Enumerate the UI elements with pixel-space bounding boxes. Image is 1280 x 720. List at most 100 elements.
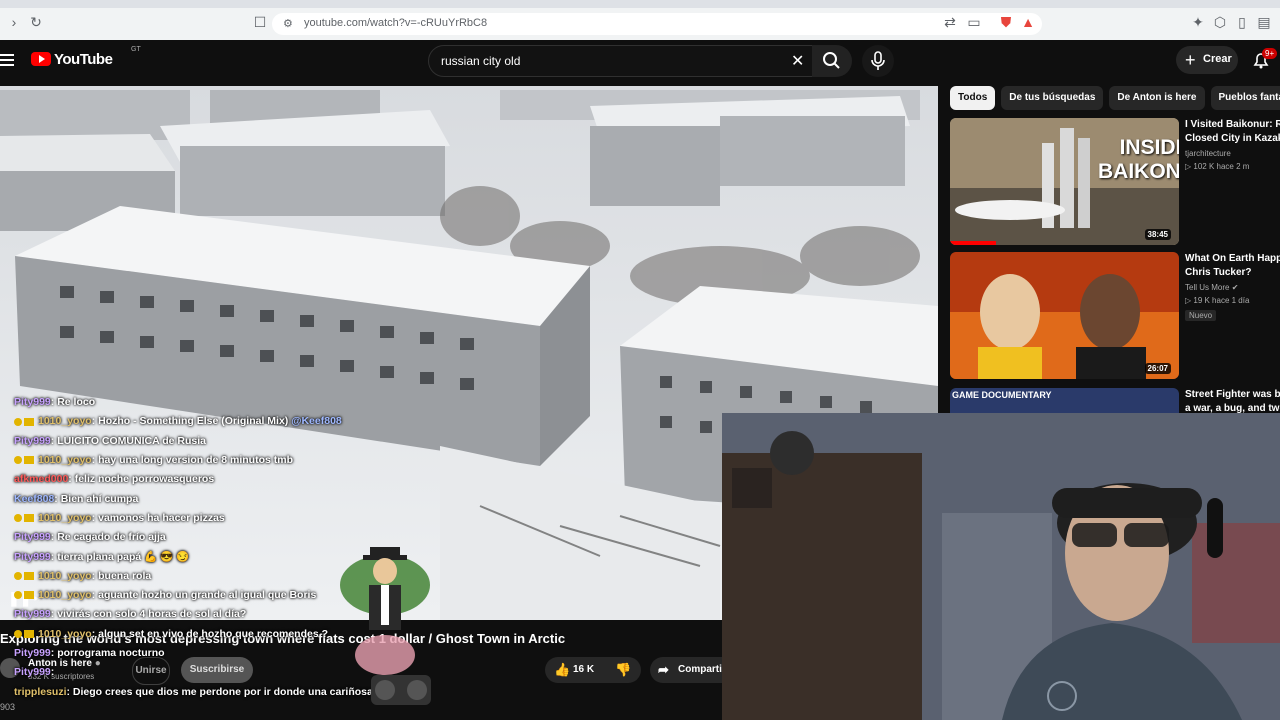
video-title-line-2[interactable]: Chris Tucker? bbox=[1185, 266, 1280, 280]
video-meta-text: 102 K hace 2 m bbox=[1193, 162, 1250, 171]
new-badge: Nuevo bbox=[1185, 310, 1217, 321]
search-input[interactable]: russian city old ✕ bbox=[428, 45, 816, 77]
translate-icon[interactable]: ⇄ bbox=[942, 14, 958, 30]
voice-search-button[interactable] bbox=[862, 45, 894, 77]
chat-text: : tierra plana papá 💪 😎 😏 bbox=[50, 551, 190, 564]
video-thumbnail[interactable]: 26:07 bbox=[950, 252, 1179, 379]
create-button[interactable]: + Crear bbox=[1176, 46, 1238, 74]
chat-username[interactable]: Pity999 bbox=[14, 531, 51, 543]
chat-text: : LUICITO COMUNICA de Rusia bbox=[50, 434, 206, 447]
extensions-icon[interactable]: ✦ bbox=[1190, 14, 1206, 30]
wallet-icon[interactable]: ▤ bbox=[1256, 14, 1272, 30]
chat-message: 1010_yoyo: Hozho - Something Else (Origi… bbox=[14, 415, 342, 434]
chat-mention: @Keef808 bbox=[291, 415, 342, 428]
dislike-icon[interactable]: 👎 bbox=[615, 657, 631, 683]
chat-message: Keef808: Bien ahí cumpa bbox=[14, 493, 138, 512]
chat-text: : buena rola bbox=[91, 569, 152, 582]
duration-badge: 26:07 bbox=[1144, 363, 1171, 374]
chat-message: Pity999: Re loco bbox=[14, 396, 95, 415]
webcam-image bbox=[722, 413, 1280, 720]
chat-username[interactable]: Pity999 bbox=[14, 608, 51, 620]
chat-username[interactable]: Keef808 bbox=[14, 493, 54, 505]
chat-message: Pity999: LUICITO COMUNICA de Rusia bbox=[14, 435, 206, 454]
like-icon[interactable]: 👍 bbox=[554, 657, 570, 683]
subscriber-badge-icon bbox=[24, 591, 34, 600]
chat-message: 1010_yoyo: algun set en vivo de hozho qu… bbox=[14, 628, 328, 647]
browser-toolbar: › ↻ ☐ ⚙ youtube.com/watch?v=-cRUuYrRbC8 … bbox=[0, 0, 1280, 40]
chat-message: 1010_yoyo: vamonos ha hacer pizzas bbox=[14, 512, 225, 531]
puzzle-icon[interactable]: ⬡ bbox=[1212, 14, 1228, 30]
chat-text: : vamonos ha hacer pizzas bbox=[91, 511, 225, 524]
rewards-icon[interactable]: ▲ bbox=[1020, 14, 1036, 30]
chat-username[interactable]: Pity999 bbox=[14, 666, 51, 678]
recommendation-card[interactable]: 26:07 What On Earth Happe Chris Tucker? … bbox=[950, 252, 1280, 380]
chat-username[interactable]: 1010_yoyo bbox=[38, 570, 92, 582]
chat-username[interactable]: tripplesuzi bbox=[14, 686, 67, 698]
video-thumbnail[interactable]: INSIDE BAIKONUR 38:45 bbox=[950, 118, 1179, 245]
chat-username[interactable]: 1010_yoyo bbox=[38, 454, 92, 466]
channel-name[interactable]: Tell Us More ✔ bbox=[1185, 283, 1280, 292]
chip-1[interactable]: De tus búsquedas bbox=[1001, 86, 1104, 110]
clear-search-icon[interactable]: ✕ bbox=[791, 51, 804, 71]
bookmark-icon[interactable]: ☐ bbox=[252, 14, 268, 30]
plus-icon: + bbox=[1185, 50, 1196, 70]
sidebar-icon[interactable]: ▯ bbox=[1234, 14, 1250, 30]
chat-message: Pity999: tierra plana papá 💪 😎 😏 bbox=[14, 550, 189, 569]
chat-username[interactable]: Pity999 bbox=[14, 435, 51, 447]
recommendation-card[interactable]: INSIDE BAIKONUR 38:45 I Visited Baikonur… bbox=[950, 118, 1280, 246]
subscriber-badge-icon bbox=[24, 456, 34, 465]
chat-message: Pity999: porrograma nocturno bbox=[14, 647, 165, 666]
tab-strip bbox=[0, 0, 1280, 8]
chat-username[interactable]: 1010_yoyo bbox=[38, 628, 92, 640]
video-title-line-1[interactable]: Street Fighter was bo bbox=[1185, 388, 1280, 402]
member-badge-icon bbox=[14, 591, 22, 600]
chip-0[interactable]: Todos bbox=[950, 86, 996, 110]
notification-count: 9+ bbox=[1262, 48, 1278, 59]
chip-3[interactable]: Pueblos fantasma bbox=[1210, 86, 1280, 110]
chat-username[interactable]: Pity999 bbox=[14, 396, 51, 408]
chat-username[interactable]: 1010_yoyo bbox=[38, 589, 92, 601]
chat-text: : Diego crees que dios me perdone por ir… bbox=[66, 685, 380, 698]
chat-username[interactable]: Pity999 bbox=[14, 551, 51, 563]
search-query: russian city old bbox=[441, 54, 521, 68]
menu-icon[interactable] bbox=[0, 54, 14, 66]
channel-name[interactable]: tjarchitecture bbox=[1185, 149, 1280, 158]
chat-text: : hay una long version de 8 minutos tmb bbox=[91, 453, 293, 466]
share-icon: ➦ bbox=[658, 662, 669, 677]
member-badge-icon bbox=[14, 456, 22, 465]
video-title-line-1[interactable]: What On Earth Happe bbox=[1185, 252, 1280, 266]
youtube-header: YouTube GT russian city old ✕ + Crear 9+ bbox=[0, 40, 1280, 86]
search-button[interactable] bbox=[812, 45, 852, 77]
video-title-line-1[interactable]: I Visited Baikonur: Ru bbox=[1185, 118, 1280, 132]
view-count-prefix: 903 bbox=[0, 702, 16, 712]
cast-icon[interactable]: ▭ bbox=[966, 14, 982, 30]
site-info-icon[interactable]: ⚙ bbox=[283, 17, 293, 30]
video-title-line-2[interactable]: Closed City in Kazakh bbox=[1185, 132, 1280, 146]
chat-username[interactable]: Pity999 bbox=[14, 647, 51, 659]
chat-text: : Hozho - Something Else (Original Mix) bbox=[91, 415, 292, 428]
chat-username[interactable]: afkmed000 bbox=[14, 473, 68, 485]
subscriber-badge-icon bbox=[24, 514, 34, 523]
thumbnail-image bbox=[950, 252, 1179, 379]
address-bar[interactable]: ⚙ youtube.com/watch?v=-cRUuYrRbC8 bbox=[272, 13, 1042, 35]
webcam-overlay bbox=[722, 413, 1280, 720]
forward-icon[interactable]: › bbox=[6, 14, 22, 30]
chat-message: afkmed000: feliz noche porrowasqueros bbox=[14, 473, 214, 492]
verified-icon: ✔ bbox=[1231, 283, 1239, 292]
chat-text: : vivirás con solo 4 horas de sol al día… bbox=[50, 608, 247, 621]
chat-text: : aguante hozho un grande al igual que B… bbox=[91, 589, 317, 601]
chat-username[interactable]: 1010_yoyo bbox=[38, 512, 92, 524]
member-badge-icon bbox=[14, 514, 22, 523]
member-badge-icon bbox=[14, 571, 22, 580]
chip-2[interactable]: De Anton is here bbox=[1109, 86, 1205, 110]
subscriber-badge-icon bbox=[24, 571, 34, 580]
brave-shield-icon[interactable]: ⛊ bbox=[998, 14, 1014, 30]
chat-message: 1010_yoyo: hay una long version de 8 min… bbox=[14, 454, 293, 473]
reload-icon[interactable]: ↻ bbox=[28, 14, 44, 30]
video-thumbnail[interactable]: GAME DOCUMENTARY bbox=[950, 388, 1179, 413]
chat-username[interactable]: 1010_yoyo bbox=[38, 415, 92, 427]
search-icon bbox=[823, 52, 840, 69]
thumbnail-text: INSIDE BAIKONUR bbox=[1098, 136, 1179, 183]
chat-message: Pity999: Re cagado de frío ajja bbox=[14, 531, 166, 550]
play-logo-icon bbox=[31, 52, 51, 66]
